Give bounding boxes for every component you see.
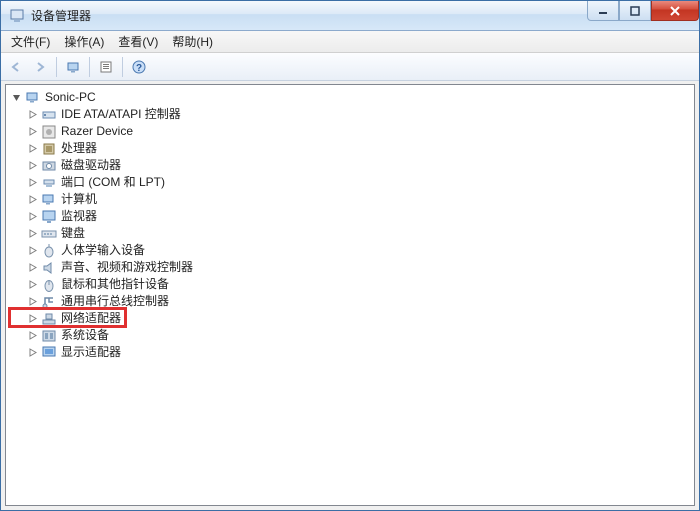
tree-item-label: IDE ATA/ATAPI 控制器 (61, 106, 185, 123)
tree-item[interactable]: 端口 (COM 和 LPT) (10, 174, 694, 191)
display-icon (41, 345, 57, 361)
menu-help[interactable]: 帮助(H) (166, 31, 219, 52)
tree-item[interactable]: 系统设备 (10, 327, 694, 344)
usb-icon (41, 294, 57, 310)
content-wrap: Sonic-PCIDE ATA/ATAPI 控制器Razer Device处理器… (1, 81, 699, 510)
menu-view[interactable]: 查看(V) (112, 31, 164, 52)
tree-item-label: 磁盘驱动器 (61, 157, 125, 174)
expander-icon[interactable] (26, 178, 38, 187)
tree-item[interactable]: 通用串行总线控制器 (10, 293, 694, 310)
cpu-icon (41, 141, 57, 157)
tree-item[interactable]: 处理器 (10, 140, 694, 157)
expander-icon[interactable] (26, 314, 38, 323)
mouse-icon (41, 277, 57, 293)
root-label: Sonic-PC (45, 89, 100, 106)
expander-icon[interactable] (26, 110, 38, 119)
expander-icon[interactable] (26, 127, 38, 136)
keyboard-icon (41, 226, 57, 242)
tree-item[interactable]: 网络适配器 (10, 310, 694, 327)
computer-icon (41, 192, 57, 208)
expander-icon[interactable] (26, 161, 38, 170)
expander-icon[interactable] (26, 144, 38, 153)
expander-icon[interactable] (26, 229, 38, 238)
window-title: 设备管理器 (31, 7, 91, 24)
ide-icon (41, 107, 57, 123)
toolbar-separator (56, 57, 57, 77)
tree-item[interactable]: 人体学输入设备 (10, 242, 694, 259)
tree-item[interactable]: 显示适配器 (10, 344, 694, 361)
expander-icon[interactable] (26, 212, 38, 221)
tree-item-label: 人体学输入设备 (61, 242, 149, 259)
app-icon (9, 8, 25, 24)
menu-file[interactable]: 文件(F) (5, 31, 56, 52)
expander-icon[interactable] (10, 93, 22, 102)
tree-item[interactable]: 声音、视频和游戏控制器 (10, 259, 694, 276)
menubar: 文件(F) 操作(A) 查看(V) 帮助(H) (1, 31, 699, 53)
tree-item-label: 键盘 (61, 225, 89, 242)
toolbar-help-button[interactable]: ? (128, 56, 150, 78)
expander-icon[interactable] (26, 331, 38, 340)
toolbar-properties-button[interactable] (95, 56, 117, 78)
tree-item[interactable]: 鼠标和其他指针设备 (10, 276, 694, 293)
tree-item-label: 监视器 (61, 208, 101, 225)
tree-root[interactable]: Sonic-PC (10, 89, 694, 106)
tree-item-label: 系统设备 (61, 327, 113, 344)
toolbar-back-button[interactable] (5, 56, 27, 78)
svg-text:?: ? (136, 63, 142, 74)
port-icon (41, 175, 57, 191)
expander-icon[interactable] (26, 263, 38, 272)
window-controls (587, 1, 699, 21)
tree-item-label: Razer Device (61, 123, 137, 140)
expander-icon[interactable] (26, 280, 38, 289)
device-manager-window: 设备管理器 文件(F) 操作(A) 查看(V) 帮助(H) (0, 0, 700, 511)
tree-item-label: 鼠标和其他指针设备 (61, 276, 173, 293)
maximize-button[interactable] (619, 1, 651, 21)
computer-icon (25, 90, 41, 106)
tree-item[interactable]: 磁盘驱动器 (10, 157, 694, 174)
tree-item-label: 计算机 (61, 191, 101, 208)
tree-item-label: 显示适配器 (61, 344, 125, 361)
tree-item-label: 网络适配器 (61, 310, 125, 327)
tree-item-label: 处理器 (61, 140, 101, 157)
close-button[interactable] (651, 1, 699, 21)
toolbar-computer-button[interactable] (62, 56, 84, 78)
monitor-icon (41, 209, 57, 225)
sound-icon (41, 260, 57, 276)
titlebar[interactable]: 设备管理器 (1, 1, 699, 31)
tree-item-label: 声音、视频和游戏控制器 (61, 259, 197, 276)
menu-action[interactable]: 操作(A) (58, 31, 110, 52)
razer-icon (41, 124, 57, 140)
network-icon (41, 311, 57, 327)
tree-view[interactable]: Sonic-PCIDE ATA/ATAPI 控制器Razer Device处理器… (5, 84, 695, 506)
minimize-button[interactable] (587, 1, 619, 21)
expander-icon[interactable] (26, 348, 38, 357)
disk-icon (41, 158, 57, 174)
toolbar-separator (122, 57, 123, 77)
hid-icon (41, 243, 57, 259)
tree-item[interactable]: 监视器 (10, 208, 694, 225)
tree-item[interactable]: 计算机 (10, 191, 694, 208)
tree-item[interactable]: IDE ATA/ATAPI 控制器 (10, 106, 694, 123)
tree-item-label: 通用串行总线控制器 (61, 293, 173, 310)
expander-icon[interactable] (26, 195, 38, 204)
tree-item-label: 端口 (COM 和 LPT) (61, 174, 169, 191)
system-icon (41, 328, 57, 344)
tree-item[interactable]: Razer Device (10, 123, 694, 140)
tree-item[interactable]: 键盘 (10, 225, 694, 242)
toolbar-separator (89, 57, 90, 77)
expander-icon[interactable] (26, 297, 38, 306)
toolbar: ? (1, 53, 699, 81)
toolbar-forward-button[interactable] (29, 56, 51, 78)
expander-icon[interactable] (26, 246, 38, 255)
